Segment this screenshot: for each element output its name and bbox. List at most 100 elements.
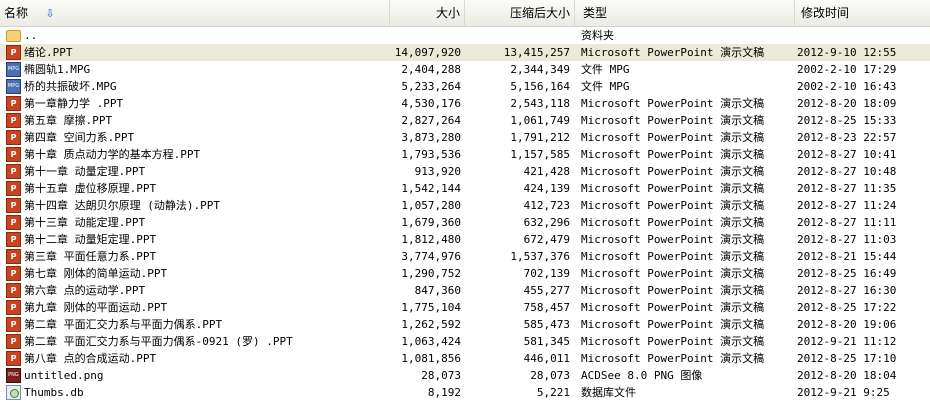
ppt-icon: P [6,317,21,332]
file-type: 数据库文件 [581,386,636,399]
file-size: 1,063,424 [401,335,461,348]
ppt-icon: P [6,249,21,264]
file-modified-time: 2012-8-27 11:11 [797,216,897,229]
column-header-type-label: 类型 [583,6,608,20]
file-compressed-size: 1,537,376 [510,250,570,263]
file-modified-time: 2002-2-10 17:29 [797,63,897,76]
file-compressed-size: 446,011 [523,352,570,365]
file-name: 第十章 质点动力学的基本方程.PPT [24,148,201,161]
file-row[interactable]: P 第二章 平面汇交力系与平面力偶系.PPT 1,262,592 585,473 Mic… [0,316,930,333]
file-name: Thumbs.db [24,386,84,399]
file-type: Microsoft PowerPoint 演示文稿 [581,46,765,59]
ppt-icon: P [6,300,21,315]
column-header-size[interactable]: 大小 [390,0,465,26]
file-name: .. [24,29,38,42]
file-name: untitled.png [24,369,104,382]
file-type: Microsoft PowerPoint 演示文稿 [581,165,765,178]
ppt-icon: P [6,96,21,111]
file-type: Microsoft PowerPoint 演示文稿 [581,114,765,127]
file-row[interactable]: P 第十一章 动量定理.PPT 913,920 421,428 Microsoft Po… [0,163,930,180]
file-name: 第九章 刚体的平面运动.PPT [24,301,168,314]
file-type: 文件 MPG [581,80,630,93]
ppt-icon: P [6,334,21,349]
column-header-name[interactable]: 名称 ⇩ [0,0,390,26]
file-row[interactable]: P 第七章 刚体的简单运动.PPT 1,290,752 702,139 Microsof… [0,265,930,282]
column-header: 名称 ⇩ 大小 压缩后大小 类型 修改时间 [0,0,930,27]
file-size: 1,775,104 [401,301,461,314]
file-compressed-size: 1,791,212 [510,131,570,144]
file-name: 第六章 点的运动学.PPT [24,284,146,297]
file-modified-time: 2012-8-23 22:57 [797,131,897,144]
file-modified-time: 2012-8-25 15:33 [797,114,897,127]
file-row[interactable]: P 第三章 平面任意力系.PPT 3,774,976 1,537,376 Microso… [0,248,930,265]
file-compressed-size: 412,723 [523,199,570,212]
file-type: Microsoft PowerPoint 演示文稿 [581,301,765,314]
file-size: 5,233,264 [401,80,461,93]
file-row[interactable]: .. 资料夹 [0,27,930,44]
file-modified-time: 2012-8-27 11:03 [797,233,897,246]
file-modified-time: 2012-9-21 11:12 [797,335,897,348]
file-compressed-size: 758,457 [523,301,570,314]
file-modified-time: 2012-9-21 9:25 [797,386,890,399]
file-compressed-size: 632,296 [523,216,570,229]
file-type: Microsoft PowerPoint 演示文稿 [581,267,765,280]
column-header-name-label: 名称 [4,6,29,20]
file-name: 第七章 刚体的简单运动.PPT [24,267,168,280]
file-row[interactable]: MPG 椭圆轨1.MPG 2,404,288 2,344,349 文件 MPG 2002-… [0,61,930,78]
file-row[interactable]: P 第五章 摩擦.PPT 2,827,264 1,061,749 Microsoft P… [0,112,930,129]
file-name: 第三章 平面任意力系.PPT [24,250,157,263]
file-row[interactable]: P 第四章 空间力系.PPT 3,873,280 1,791,212 Microsoft… [0,129,930,146]
file-row[interactable]: P 第九章 刚体的平面运动.PPT 1,775,104 758,457 Microsof… [0,299,930,316]
file-compressed-size: 455,277 [523,284,570,297]
file-name: 第十四章 达朗贝尔原理 (动静法).PPT [24,199,220,212]
file-size: 2,404,288 [401,63,461,76]
file-modified-time: 2012-8-20 18:04 [797,369,897,382]
file-type: Microsoft PowerPoint 演示文稿 [581,250,765,263]
file-modified-time: 2012-8-25 17:22 [797,301,897,314]
file-name: 第五章 摩擦.PPT [24,114,113,127]
file-row[interactable]: P 第二章 平面汇交力系与平面力偶系-0921 (罗) .PPT 1,063,424… [0,333,930,350]
file-compressed-size: 421,428 [523,165,570,178]
ppt-icon: P [6,215,21,230]
file-size: 14,097,920 [394,46,461,59]
ppt-icon: P [6,164,21,179]
sort-down-arrow-icon: ⇩ [45,8,55,20]
file-compressed-size: 581,345 [523,335,570,348]
file-size: 1,057,280 [401,199,461,212]
file-row[interactable]: P 第十三章 动能定理.PPT 1,679,360 632,296 Microsoft … [0,214,930,231]
file-compressed-size: 5,156,164 [510,80,570,93]
file-size: 847,360 [414,284,461,297]
file-row[interactable]: P 第一章静力学 .PPT 4,530,176 2,543,118 Microsoft … [0,95,930,112]
file-modified-time: 2002-2-10 16:43 [797,80,897,93]
file-type: Microsoft PowerPoint 演示文稿 [581,148,765,161]
file-row[interactable]: MPG 桥的共振破坏.MPG 5,233,264 5,156,164 文件 MPG 200… [0,78,930,95]
file-name: 第八章 点的合成运动.PPT [24,352,157,365]
file-compressed-size: 13,415,257 [503,46,570,59]
file-row[interactable]: Thumbs.db 8,192 5,221 数据库文件 2012-9-21 9:25 [0,384,930,401]
column-header-type[interactable]: 类型 [575,0,795,26]
file-row[interactable]: P 第六章 点的运动学.PPT 847,360 455,277 Microsoft Po… [0,282,930,299]
column-header-compressed[interactable]: 压缩后大小 [465,0,575,26]
file-size [390,27,461,44]
file-name: 第十二章 动量矩定理.PPT [24,233,157,246]
folder-icon [6,30,21,42]
file-row[interactable]: P 第十四章 达朗贝尔原理 (动静法).PPT 1,057,280 412,723 Mi… [0,197,930,214]
file-modified-time: 2012-8-20 18:09 [797,97,897,110]
file-row[interactable]: P 第八章 点的合成运动.PPT 1,081,856 446,011 Microsoft… [0,350,930,367]
ppt-icon: P [6,181,21,196]
column-header-modified[interactable]: 修改时间 [795,0,930,26]
file-row[interactable]: P 第十二章 动量矩定理.PPT 1,812,480 672,479 Microsoft… [0,231,930,248]
file-size: 1,081,856 [401,352,461,365]
file-size: 1,793,536 [401,148,461,161]
file-row[interactable]: P 第十五章 虚位移原理.PPT 1,542,144 424,139 Microsoft… [0,180,930,197]
file-row[interactable]: P 绪论.PPT 14,097,920 13,415,257 Microsoft Pow… [0,44,930,61]
file-size: 913,920 [414,165,461,178]
file-type: ACDSee 8.0 PNG 图像 [581,369,703,382]
file-compressed-size: 2,543,118 [510,97,570,110]
file-compressed-size: 424,139 [523,182,570,195]
file-row[interactable]: PNG untitled.png 28,073 28,073 ACDSee 8.0 PN… [0,367,930,384]
file-type: Microsoft PowerPoint 演示文稿 [581,182,765,195]
file-type: Microsoft PowerPoint 演示文稿 [581,216,765,229]
file-row[interactable]: P 第十章 质点动力学的基本方程.PPT 1,793,536 1,157,585 Mic… [0,146,930,163]
column-header-size-label: 大小 [435,6,460,20]
